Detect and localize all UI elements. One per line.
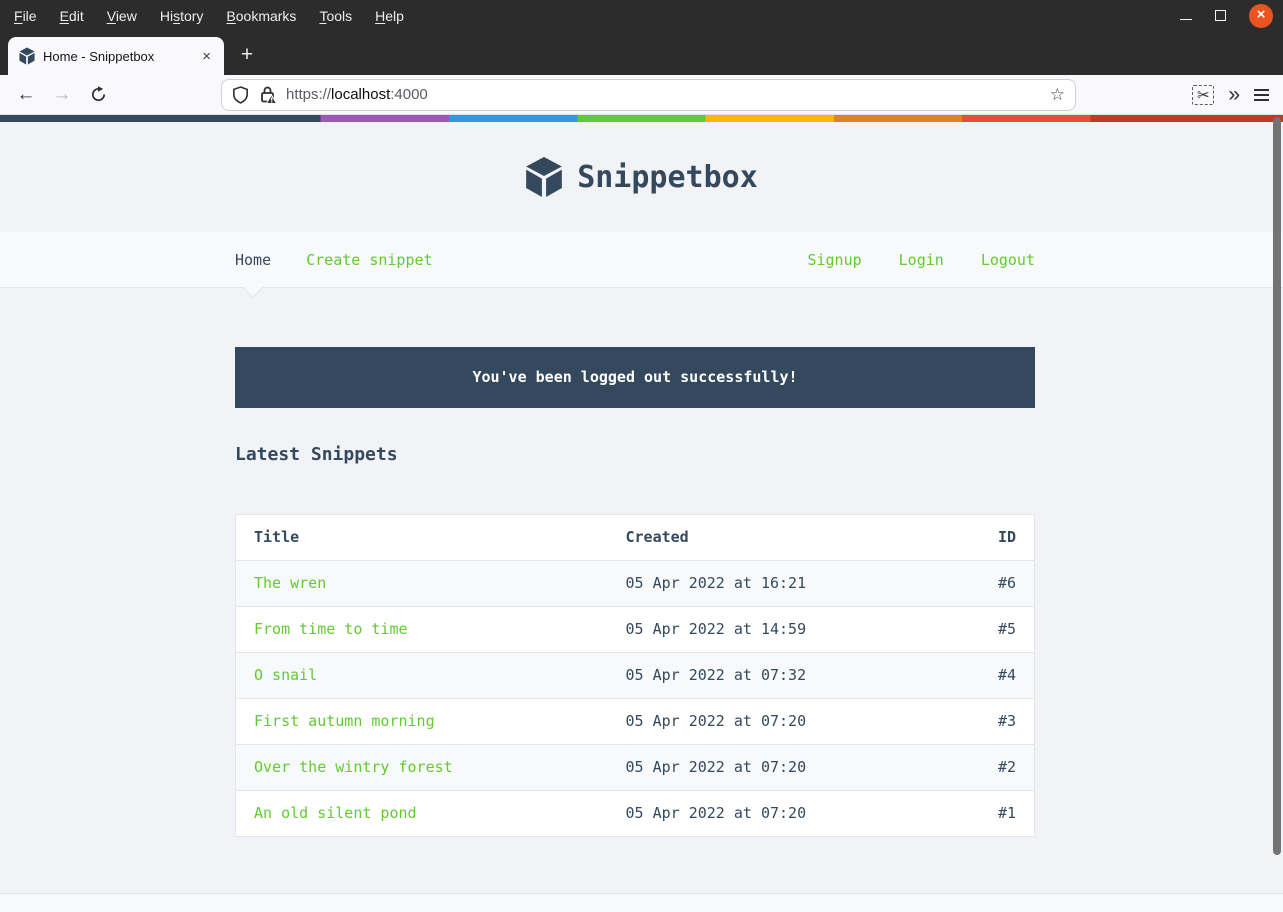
nav-right: Signup Login Logout bbox=[807, 251, 1035, 269]
titlebar: File Edit View History Bookmarks Tools H… bbox=[0, 0, 1283, 31]
snippetbox-logo-icon bbox=[525, 156, 563, 198]
snippet-link[interactable]: An old silent pond bbox=[254, 804, 417, 822]
close-button[interactable]: × bbox=[1249, 4, 1273, 28]
latest-snippets-heading: Latest Snippets bbox=[235, 444, 1035, 465]
table-row: The wren 05 Apr 2022 at 16:21 #6 bbox=[236, 561, 1035, 607]
table-header-row: Title Created ID bbox=[236, 515, 1035, 561]
table-row: An old silent pond 05 Apr 2022 at 07:20 … bbox=[236, 791, 1035, 837]
nav-left: Home Create snippet bbox=[235, 251, 433, 269]
tab-bar: Home - Snippetbox × + bbox=[0, 31, 1283, 75]
rainbow-accent-bar bbox=[0, 115, 1283, 122]
snippet-created: 05 Apr 2022 at 07:20 bbox=[608, 745, 945, 791]
menu-history[interactable]: History bbox=[155, 6, 209, 26]
minimize-button[interactable] bbox=[1180, 19, 1192, 20]
tab-close-icon[interactable]: × bbox=[198, 48, 215, 65]
snippetbox-favicon bbox=[19, 47, 35, 65]
bookmark-star-icon[interactable]: ☆ bbox=[1050, 85, 1065, 105]
nav-link-home[interactable]: Home bbox=[235, 251, 271, 269]
menu-tools[interactable]: Tools bbox=[314, 6, 357, 26]
snippet-created: 05 Apr 2022 at 07:20 bbox=[608, 699, 945, 745]
scrollbar-thumb[interactable] bbox=[1273, 117, 1281, 855]
snippet-created: 05 Apr 2022 at 16:21 bbox=[608, 561, 945, 607]
main-content: You've been logged out successfully! Lat… bbox=[235, 288, 1035, 837]
snippet-created: 05 Apr 2022 at 07:20 bbox=[608, 791, 945, 837]
nav-link-login[interactable]: Login bbox=[899, 251, 944, 269]
snippet-id: #3 bbox=[945, 699, 1035, 745]
snippet-link[interactable]: Over the wintry forest bbox=[254, 758, 453, 776]
reload-icon[interactable] bbox=[83, 80, 113, 110]
nav-link-create-snippet[interactable]: Create snippet bbox=[306, 251, 432, 269]
navigation-toolbar: ← → https://l bbox=[0, 75, 1283, 115]
shield-icon[interactable] bbox=[232, 86, 249, 104]
new-tab-button[interactable]: + bbox=[232, 41, 262, 69]
table-row: First autumn morning 05 Apr 2022 at 07:2… bbox=[236, 699, 1035, 745]
site-title[interactable]: Snippetbox bbox=[577, 160, 758, 195]
window-controls: × bbox=[1180, 4, 1283, 28]
column-header-created: Created bbox=[608, 515, 945, 561]
app-menu-icon[interactable] bbox=[1254, 89, 1269, 101]
snippet-link[interactable]: From time to time bbox=[254, 620, 408, 638]
snippets-table: Title Created ID The wren 05 Apr 2022 at… bbox=[235, 514, 1035, 837]
snippet-link[interactable]: The wren bbox=[254, 574, 326, 592]
site-nav: Home Create snippet Signup Login Logout bbox=[0, 232, 1283, 288]
column-header-title: Title bbox=[236, 515, 608, 561]
menu-view[interactable]: View bbox=[102, 6, 142, 26]
reload-glyph bbox=[90, 86, 107, 103]
menu-help[interactable]: Help bbox=[370, 6, 409, 26]
snippet-link[interactable]: O snail bbox=[254, 666, 317, 684]
table-row: From time to time 05 Apr 2022 at 14:59 #… bbox=[236, 607, 1035, 653]
menu-edit[interactable]: Edit bbox=[55, 6, 89, 26]
table-row: O snail 05 Apr 2022 at 07:32 #4 bbox=[236, 653, 1035, 699]
column-header-id: ID bbox=[945, 515, 1035, 561]
nav-link-logout[interactable]: Logout bbox=[981, 251, 1035, 269]
insecure-lock-icon[interactable] bbox=[258, 85, 277, 104]
url-input[interactable]: https://localhost:4000 bbox=[286, 86, 1042, 103]
menu-bookmarks[interactable]: Bookmarks bbox=[221, 6, 301, 26]
snippet-id: #2 bbox=[945, 745, 1035, 791]
screenshot-extension-icon[interactable]: ✂ bbox=[1192, 85, 1214, 105]
snippet-id: #6 bbox=[945, 561, 1035, 607]
snippet-id: #1 bbox=[945, 791, 1035, 837]
vertical-scrollbar[interactable] bbox=[1271, 116, 1283, 912]
snippet-id: #5 bbox=[945, 607, 1035, 653]
maximize-button[interactable] bbox=[1215, 10, 1226, 21]
overflow-menu-icon[interactable]: » bbox=[1228, 85, 1240, 105]
menubar: File Edit View History Bookmarks Tools H… bbox=[0, 6, 409, 26]
snippet-created: 05 Apr 2022 at 14:59 bbox=[608, 607, 945, 653]
tab-title: Home - Snippetbox bbox=[43, 49, 198, 64]
table-row: Over the wintry forest 05 Apr 2022 at 07… bbox=[236, 745, 1035, 791]
url-bar[interactable]: https://localhost:4000 ☆ bbox=[221, 79, 1076, 111]
forward-icon[interactable]: → bbox=[47, 80, 77, 110]
site-footer bbox=[0, 893, 1283, 912]
tab-home-snippetbox[interactable]: Home - Snippetbox × bbox=[8, 37, 224, 75]
nav-link-signup[interactable]: Signup bbox=[807, 251, 861, 269]
browser-window: File Edit View History Bookmarks Tools H… bbox=[0, 0, 1283, 912]
site-header: Snippetbox bbox=[0, 122, 1283, 232]
menu-file[interactable]: File bbox=[9, 6, 42, 26]
snippet-link[interactable]: First autumn morning bbox=[254, 712, 435, 730]
flash-message: You've been logged out successfully! bbox=[235, 347, 1035, 408]
snippet-id: #4 bbox=[945, 653, 1035, 699]
page-content: Snippetbox Home Create snippet Signup Lo… bbox=[0, 115, 1283, 912]
toolbar-right: ✂ » bbox=[1192, 85, 1283, 105]
snippet-created: 05 Apr 2022 at 07:32 bbox=[608, 653, 945, 699]
back-icon[interactable]: ← bbox=[11, 80, 41, 110]
